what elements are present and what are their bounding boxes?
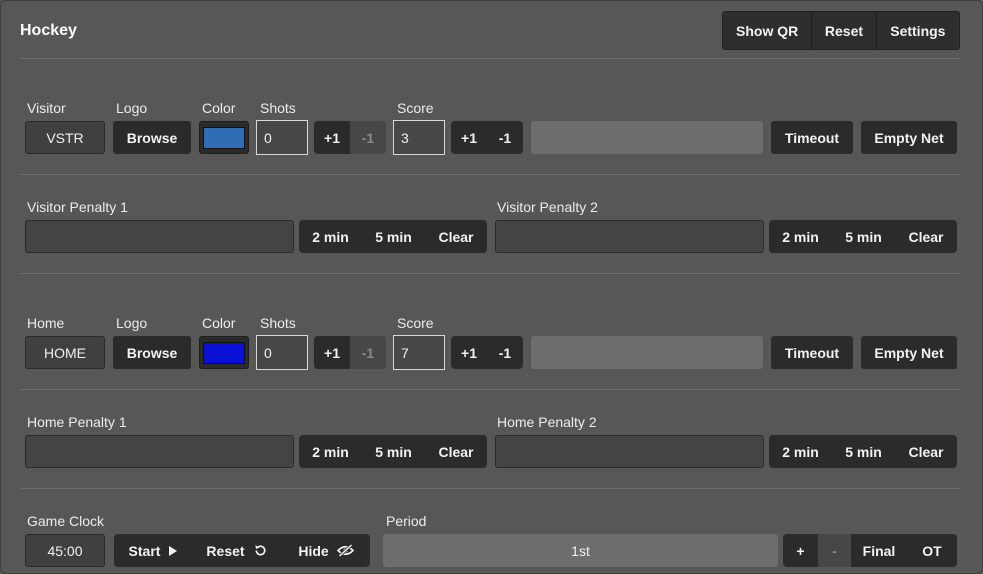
divider bbox=[20, 174, 961, 175]
divider bbox=[20, 273, 961, 274]
visitor-penalty2-controls: 2 min 5 min Clear bbox=[769, 220, 957, 253]
visitor-shots-label: Shots bbox=[260, 100, 296, 116]
visitor-score-input[interactable]: 3 bbox=[393, 120, 445, 155]
visitor-score-plus-button[interactable]: +1 bbox=[451, 121, 487, 154]
settings-button[interactable]: Settings bbox=[877, 12, 959, 49]
visitor-shots-input[interactable]: 0 bbox=[256, 120, 308, 155]
home-penalty2-2min-button[interactable]: 2 min bbox=[769, 435, 832, 468]
clock-reset-button[interactable]: Reset bbox=[192, 534, 282, 567]
game-clock-field[interactable]: 45:00 bbox=[25, 534, 105, 567]
home-penalty2-controls: 2 min 5 min Clear bbox=[769, 435, 957, 468]
clock-start-button[interactable]: Start bbox=[114, 534, 192, 567]
visitor-logo-browse-button[interactable]: Browse bbox=[113, 121, 191, 154]
reset-all-button[interactable]: Reset bbox=[812, 12, 877, 49]
home-shots-plus-button[interactable]: +1 bbox=[314, 336, 350, 369]
visitor-logo-label: Logo bbox=[116, 100, 148, 116]
home-team-name-field[interactable]: HOME bbox=[25, 336, 105, 369]
home-penalty2-display bbox=[495, 435, 764, 468]
period-minus-button[interactable]: - bbox=[818, 534, 851, 567]
visitor-color-label: Color bbox=[202, 100, 236, 116]
visitor-penalty1-controls: 2 min 5 min Clear bbox=[299, 220, 487, 253]
period-controls: + - Final OT bbox=[783, 534, 957, 567]
visitor-team-label: Visitor bbox=[27, 100, 66, 116]
divider bbox=[20, 58, 961, 59]
home-team-label: Home bbox=[27, 315, 65, 331]
home-color-swatch bbox=[203, 341, 245, 364]
visitor-score-stepper: +1 -1 bbox=[451, 121, 523, 154]
period-plus-button[interactable]: + bbox=[783, 534, 818, 567]
visitor-shots-minus-button[interactable]: -1 bbox=[350, 121, 386, 154]
visitor-penalty1-display bbox=[25, 220, 294, 253]
header-button-group: Show QR Reset Settings bbox=[722, 11, 960, 50]
home-score-minus-button[interactable]: -1 bbox=[487, 336, 523, 369]
home-penalty1-5min-button[interactable]: 5 min bbox=[362, 435, 425, 468]
home-shots-stepper: +1 -1 bbox=[314, 336, 386, 369]
visitor-penalty2-2min-button[interactable]: 2 min bbox=[769, 220, 832, 253]
period-final-button[interactable]: Final bbox=[851, 534, 907, 567]
visitor-penalty1-5min-button[interactable]: 5 min bbox=[362, 220, 425, 253]
period-label: Period bbox=[386, 513, 427, 529]
clock-hide-button[interactable]: Hide bbox=[282, 534, 370, 567]
home-shots-minus-button[interactable]: -1 bbox=[350, 336, 386, 369]
home-penalty1-display bbox=[25, 435, 294, 468]
visitor-penalty1-label: Visitor Penalty 1 bbox=[27, 199, 128, 215]
home-color-picker[interactable] bbox=[199, 336, 249, 369]
show-qr-button[interactable]: Show QR bbox=[723, 12, 813, 49]
reset-icon bbox=[253, 543, 268, 558]
home-score-stepper: +1 -1 bbox=[451, 336, 523, 369]
visitor-score-minus-button[interactable]: -1 bbox=[487, 121, 523, 154]
visitor-penalty2-5min-button[interactable]: 5 min bbox=[832, 220, 895, 253]
divider bbox=[20, 488, 961, 489]
clock-controls: Start Reset Hide bbox=[114, 534, 370, 567]
visitor-shots-stepper: +1 -1 bbox=[314, 121, 386, 154]
home-logo-browse-button[interactable]: Browse bbox=[113, 336, 191, 369]
visitor-team-name-field[interactable]: VSTR bbox=[25, 121, 105, 154]
home-penalty1-clear-button[interactable]: Clear bbox=[425, 435, 487, 468]
visitor-score-label: Score bbox=[397, 100, 434, 116]
visitor-shots-plus-button[interactable]: +1 bbox=[314, 121, 350, 154]
home-penalty2-clear-button[interactable]: Clear bbox=[895, 435, 957, 468]
visitor-penalty2-clear-button[interactable]: Clear bbox=[895, 220, 957, 253]
visitor-timeout-button[interactable]: Timeout bbox=[771, 121, 853, 154]
home-score-plus-button[interactable]: +1 bbox=[451, 336, 487, 369]
eye-slash-icon bbox=[336, 544, 354, 557]
visitor-penalty2-label: Visitor Penalty 2 bbox=[497, 199, 598, 215]
clock-hide-label: Hide bbox=[298, 542, 329, 559]
visitor-penalty1-clear-button[interactable]: Clear bbox=[425, 220, 487, 253]
play-icon bbox=[168, 545, 178, 556]
visitor-status-bar bbox=[531, 121, 763, 154]
home-logo-label: Logo bbox=[116, 315, 148, 331]
home-timeout-button[interactable]: Timeout bbox=[771, 336, 853, 369]
visitor-penalty2-display bbox=[495, 220, 764, 253]
period-ot-button[interactable]: OT bbox=[907, 534, 957, 567]
game-clock-label: Game Clock bbox=[27, 513, 105, 529]
page-title: Hockey bbox=[20, 22, 77, 39]
home-score-label: Score bbox=[397, 315, 434, 331]
home-shots-label: Shots bbox=[260, 315, 296, 331]
visitor-color-picker[interactable] bbox=[199, 121, 249, 154]
visitor-empty-net-button[interactable]: Empty Net bbox=[861, 121, 957, 154]
visitor-penalty1-2min-button[interactable]: 2 min bbox=[299, 220, 362, 253]
home-penalty1-2min-button[interactable]: 2 min bbox=[299, 435, 362, 468]
home-color-label: Color bbox=[202, 315, 236, 331]
home-score-input[interactable]: 7 bbox=[393, 335, 445, 370]
clock-start-label: Start bbox=[128, 542, 161, 559]
home-empty-net-button[interactable]: Empty Net bbox=[861, 336, 957, 369]
home-penalty2-5min-button[interactable]: 5 min bbox=[832, 435, 895, 468]
home-status-bar bbox=[531, 336, 763, 369]
home-penalty2-label: Home Penalty 2 bbox=[497, 414, 597, 430]
visitor-color-swatch bbox=[203, 126, 245, 149]
home-penalty1-controls: 2 min 5 min Clear bbox=[299, 435, 487, 468]
home-penalty1-label: Home Penalty 1 bbox=[27, 414, 127, 430]
period-display: 1st bbox=[383, 534, 778, 567]
divider bbox=[20, 389, 961, 390]
clock-reset-label: Reset bbox=[206, 542, 245, 559]
home-shots-input[interactable]: 0 bbox=[256, 335, 308, 370]
